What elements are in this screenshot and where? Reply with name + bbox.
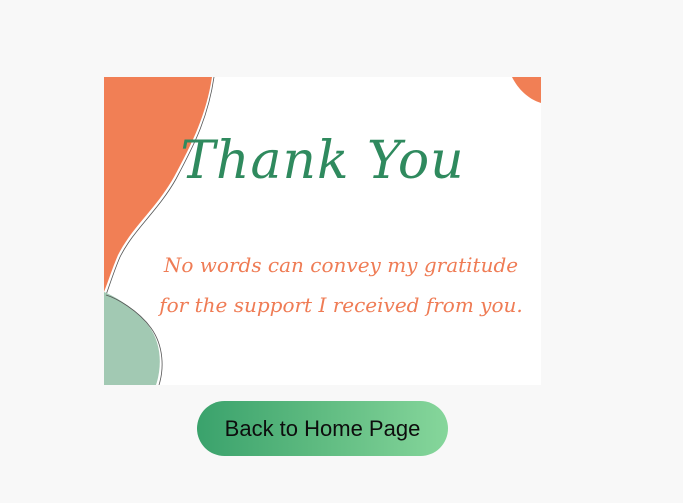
thank-you-page: Thank You No words can convey my gratitu… <box>0 0 683 503</box>
mint-blob-shape <box>104 292 160 385</box>
back-to-home-button[interactable]: Back to Home Page <box>197 401 448 456</box>
thank-you-title: Thank You <box>180 131 465 191</box>
card-decorations <box>104 77 541 385</box>
orange-corner-shape <box>512 77 541 103</box>
gratitude-message: No words can convey my gratitude for the… <box>159 253 523 317</box>
thank-you-card-image: Thank You No words can convey my gratitu… <box>104 77 541 385</box>
